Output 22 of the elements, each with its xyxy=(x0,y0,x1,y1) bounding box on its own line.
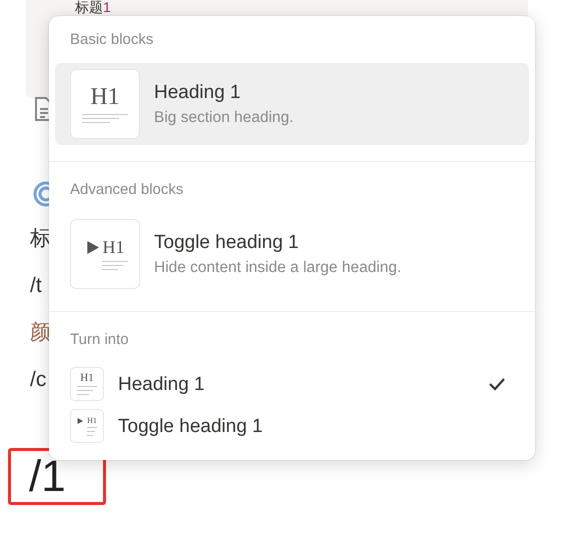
section-header: Advanced blocks xyxy=(69,181,184,199)
menu-item[interactable]: H1 Toggle heading 1 xyxy=(55,405,529,447)
line-text: /t xyxy=(30,273,42,298)
heading-block-icon: H1 xyxy=(70,219,140,289)
menu-item[interactable]: H1 Heading 1 xyxy=(55,363,529,405)
section-header: Basic blocks xyxy=(69,31,154,49)
checkmark-icon xyxy=(488,377,506,391)
line-text: 标 xyxy=(30,226,51,251)
item-title: Toggle heading 1 xyxy=(154,231,300,254)
menu-item[interactable]: H1 Toggle heading 1 Hide content inside a large heading. xyxy=(55,213,529,295)
section-header: Turn into xyxy=(69,331,130,349)
item-description: Hide content inside a large heading. xyxy=(154,258,402,277)
line-text: 颜 xyxy=(30,320,51,345)
item-description: Big section heading. xyxy=(154,108,294,127)
menu-item[interactable]: H1 Heading 1 Big section heading. xyxy=(55,63,529,145)
heading-block-icon: H1 xyxy=(70,409,104,443)
heading-block-icon: H1 xyxy=(70,367,104,401)
heading-block-icon: H1 xyxy=(70,69,140,139)
block-number: 1 xyxy=(103,0,111,15)
block-title: 标题 xyxy=(75,0,103,15)
item-title: Heading 1 xyxy=(154,81,242,104)
line-text: /c xyxy=(30,367,46,392)
